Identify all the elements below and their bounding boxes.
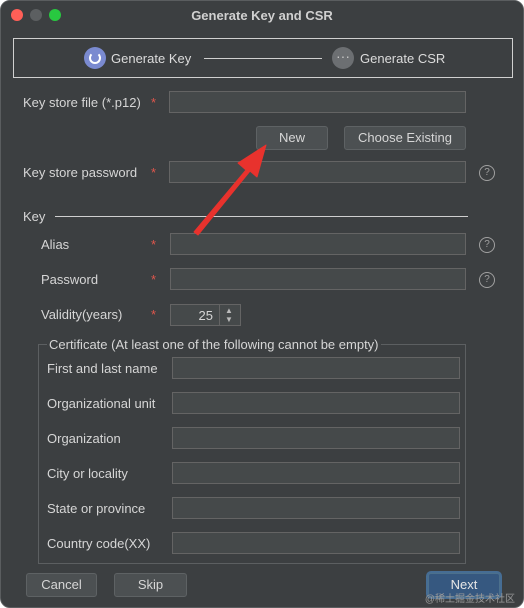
annotation-arrow-icon <box>193 144 267 236</box>
